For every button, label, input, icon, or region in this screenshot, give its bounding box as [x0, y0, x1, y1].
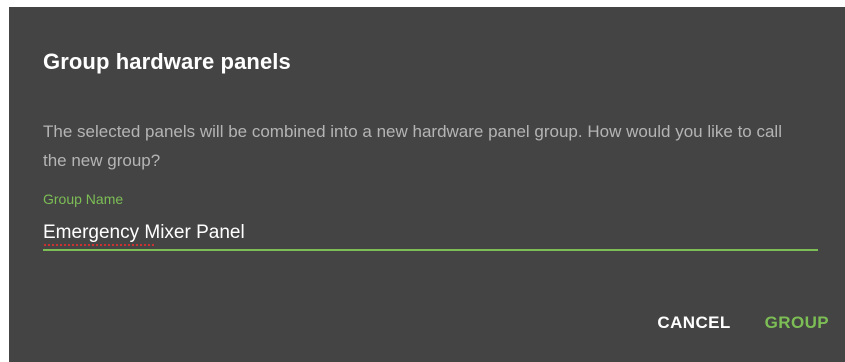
dialog-title: Group hardware panels: [43, 49, 291, 74]
dialog-description: The selected panels will be combined int…: [43, 122, 782, 170]
cancel-button[interactable]: CANCEL: [657, 313, 730, 333]
group-name-input[interactable]: [43, 217, 818, 251]
group-hardware-panels-dialog: Group hardware panels The selected panel…: [9, 7, 845, 362]
group-name-field: Group Name: [43, 189, 818, 257]
dialog-actions: CANCEL GROUP: [657, 313, 829, 333]
group-button[interactable]: GROUP: [765, 313, 829, 333]
spellcheck-underline: [43, 244, 154, 247]
group-name-label: Group Name: [43, 191, 124, 207]
